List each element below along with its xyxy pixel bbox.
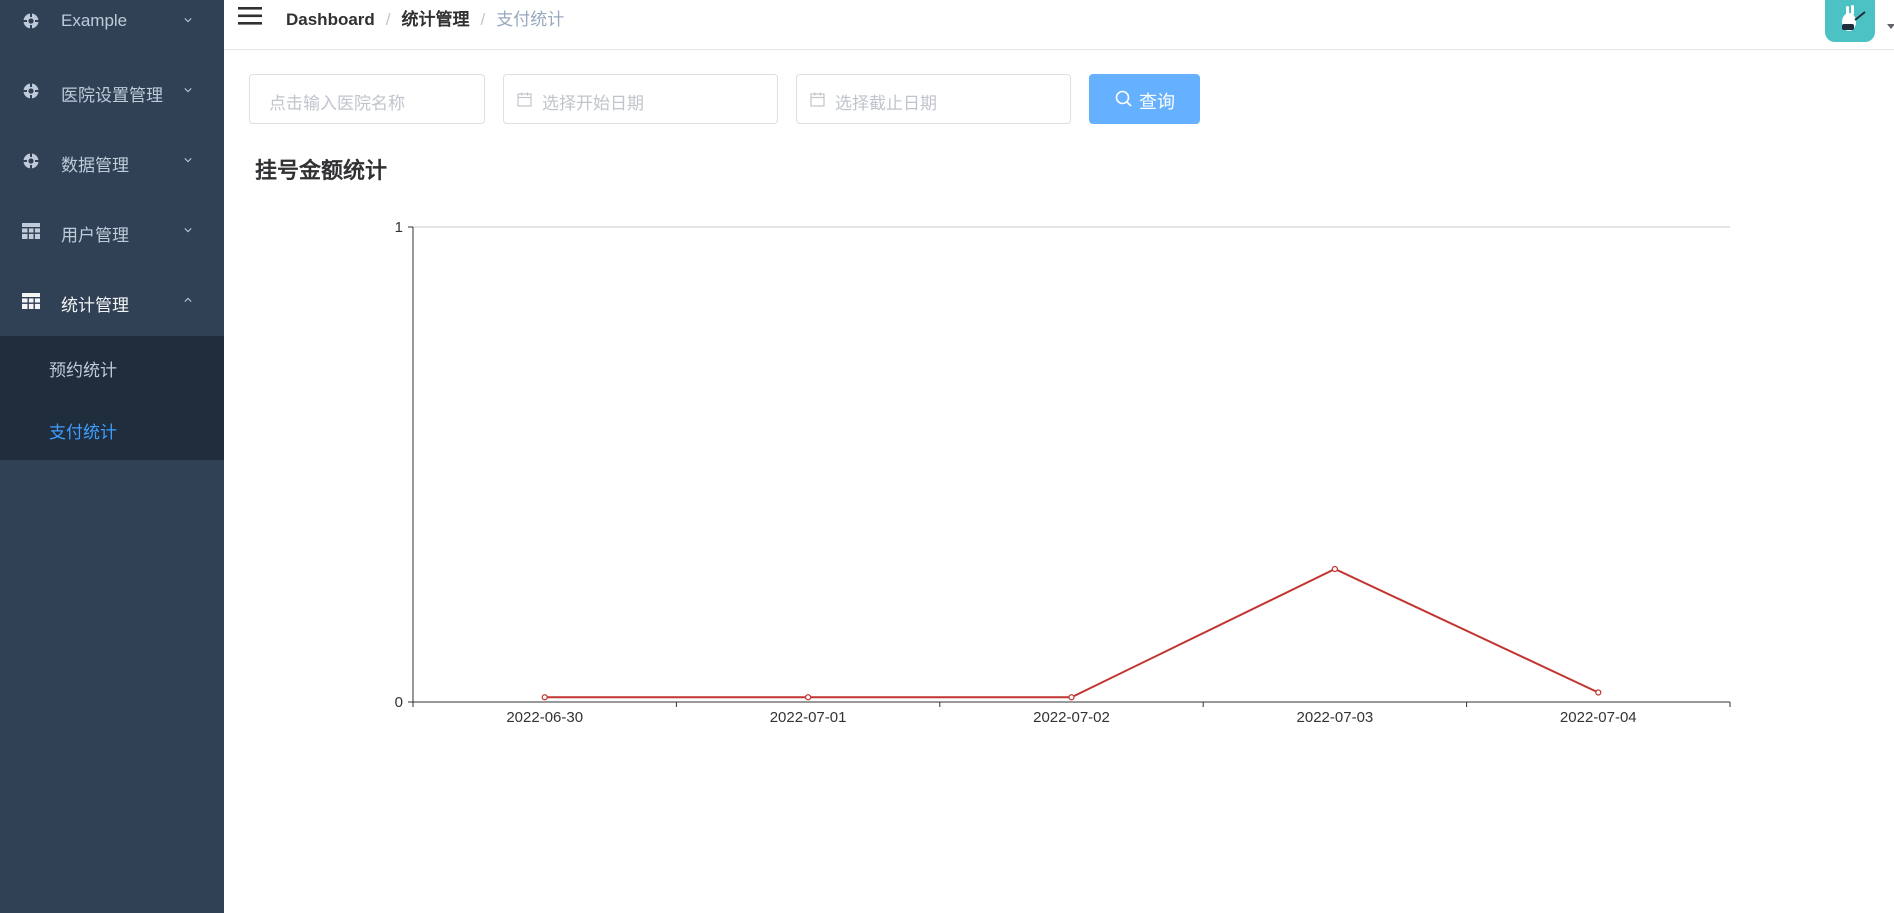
data-point[interactable] — [804, 694, 812, 701]
chart-series — [541, 565, 1602, 701]
y-tick-label: 0 — [395, 694, 403, 711]
x-tick-label: 2022-06-30 — [506, 709, 583, 726]
x-tick-label: 2022-07-03 — [1297, 709, 1374, 726]
data-point[interactable] — [1331, 565, 1339, 573]
app-root: Example 医院设置管理 数据管理 用户管理 统计管理 预约统计 支付统计 … — [0, 0, 1894, 913]
y-axis-ticks: 01 — [395, 219, 413, 711]
x-tick-label: 2022-07-01 — [770, 709, 847, 726]
data-point[interactable] — [1068, 694, 1075, 701]
data-point[interactable] — [541, 694, 548, 701]
data-point[interactable] — [1595, 689, 1602, 696]
x-tick-label: 2022-07-04 — [1560, 709, 1637, 726]
x-axis-ticks: 2022-06-30 2022-07-01 2022-07-02 2022-07-03… — [412, 702, 1731, 726]
series-line — [544, 567, 1599, 699]
y-tick-label: 1 — [395, 219, 403, 236]
line-chart: 01 2022-06-30 2022-07-01 2022-07-02 2022-07… — [395, 219, 1731, 726]
x-tick-label: 2022-07-02 — [1033, 709, 1110, 726]
